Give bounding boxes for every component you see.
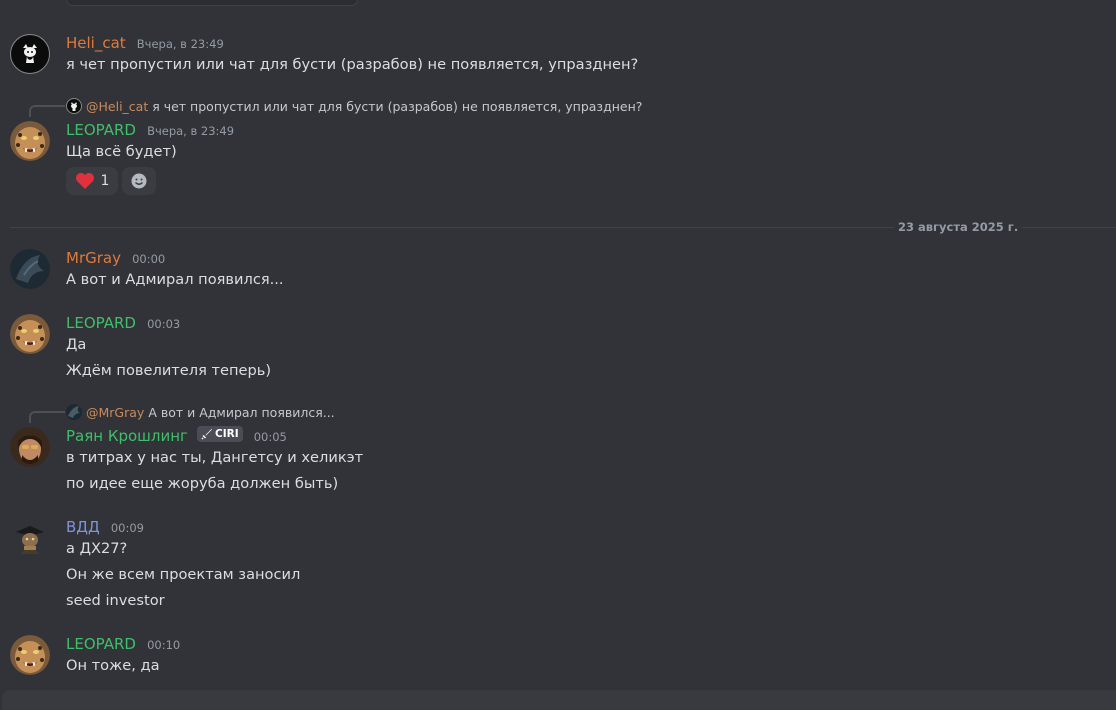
username[interactable]: LEOPARD (66, 121, 136, 139)
ryan-avatar-icon (10, 427, 50, 467)
message-text: А вот и Адмирал появился... (66, 271, 284, 288)
message-text: Он тоже, да (66, 657, 160, 674)
reply-mention[interactable]: @MrGray (86, 405, 144, 420)
message-text: я чет пропустил или чат для бусти (разра… (66, 56, 639, 73)
cat-avatar-mini-icon (66, 98, 82, 114)
message-text: по идее еще жоруба должен быть) (66, 475, 339, 492)
message-header: MrGray 00:00 (66, 248, 165, 268)
reply-preview[interactable]: @Heli_cat я чет пропустил или чат для бу… (66, 97, 642, 115)
message-text: Ща всё будет) (66, 143, 177, 160)
timestamp[interactable]: 00:00 (132, 252, 165, 266)
reply-spine (29, 105, 65, 117)
leopard-avatar-icon (10, 314, 50, 354)
mrgray-avatar-icon (10, 249, 50, 289)
username[interactable]: ВДД (66, 518, 100, 536)
cat-avatar-icon (12, 36, 48, 72)
username[interactable]: Heli_cat (66, 34, 126, 52)
reply-preview[interactable]: @MrGray А вот и Адмирал появился... (66, 403, 335, 421)
message-header: ВДД 00:09 (66, 517, 144, 537)
vdd-avatar-icon (16, 526, 44, 554)
avatar[interactable] (10, 635, 50, 675)
leopard-avatar-icon (10, 121, 50, 161)
message-text: а ДХ27? (66, 540, 128, 557)
timestamp[interactable]: 00:10 (147, 638, 180, 652)
timestamp[interactable]: Вчера, в 23:49 (147, 124, 234, 138)
username[interactable]: LEOPARD (66, 635, 136, 653)
message-text: в титрах у нас ты, Дангетсу и хеликэт (66, 449, 364, 466)
message-text: Он же всем проектам заносил (66, 566, 301, 583)
guild-tag[interactable]: CIRI (197, 426, 243, 442)
leopard-avatar-icon (10, 635, 50, 675)
previous-embed (66, 0, 358, 6)
reply-mention[interactable]: @Heli_cat (86, 99, 148, 114)
reply-text: я чет пропустил или чат для бусти (разра… (152, 98, 643, 114)
message-header: Раян Крошлинг CIRI 00:05 (66, 426, 287, 446)
message-composer[interactable] (2, 690, 1116, 710)
message-header: LEOPARD Вчера, в 23:49 (66, 120, 234, 140)
username[interactable]: Раян Крошлинг (66, 427, 188, 445)
timestamp[interactable]: 00:05 (254, 430, 287, 444)
avatar[interactable] (10, 314, 50, 354)
timestamp[interactable]: Вчера, в 23:49 (137, 37, 224, 51)
add-reaction-icon (131, 173, 147, 189)
avatar[interactable] (10, 249, 50, 289)
timestamp[interactable]: 00:09 (111, 521, 144, 535)
date-divider-label: 23 августа 2025 г. (894, 220, 1023, 234)
reply-spine (29, 411, 65, 423)
avatar[interactable] (10, 121, 50, 161)
reaction-count: 1 (100, 173, 110, 189)
message-header: LEOPARD 00:10 (66, 634, 180, 654)
message-text: seed investor (66, 592, 165, 609)
username[interactable]: MrGray (66, 249, 121, 267)
heart-icon (75, 173, 94, 189)
reply-text: А вот и Адмирал появился... (148, 404, 335, 420)
guild-tag-label: CIRI (215, 428, 239, 440)
username[interactable]: LEOPARD (66, 314, 136, 332)
chat-view: Heli_cat Вчера, в 23:49 я чет пропустил … (0, 0, 1116, 710)
avatar[interactable] (10, 518, 50, 558)
reaction-heart[interactable]: 1 (66, 167, 118, 195)
add-reaction-button[interactable] (122, 167, 156, 195)
sword-icon (201, 429, 213, 440)
timestamp[interactable]: 00:03 (147, 317, 180, 331)
message-header: Heli_cat Вчера, в 23:49 (66, 33, 224, 53)
message-text: Ждём повелителя теперь) (66, 362, 272, 379)
mrgray-avatar-mini-icon (66, 404, 82, 420)
avatar[interactable] (10, 427, 50, 467)
message-text: Да (66, 336, 87, 353)
avatar[interactable] (10, 34, 50, 74)
message-header: LEOPARD 00:03 (66, 313, 180, 333)
